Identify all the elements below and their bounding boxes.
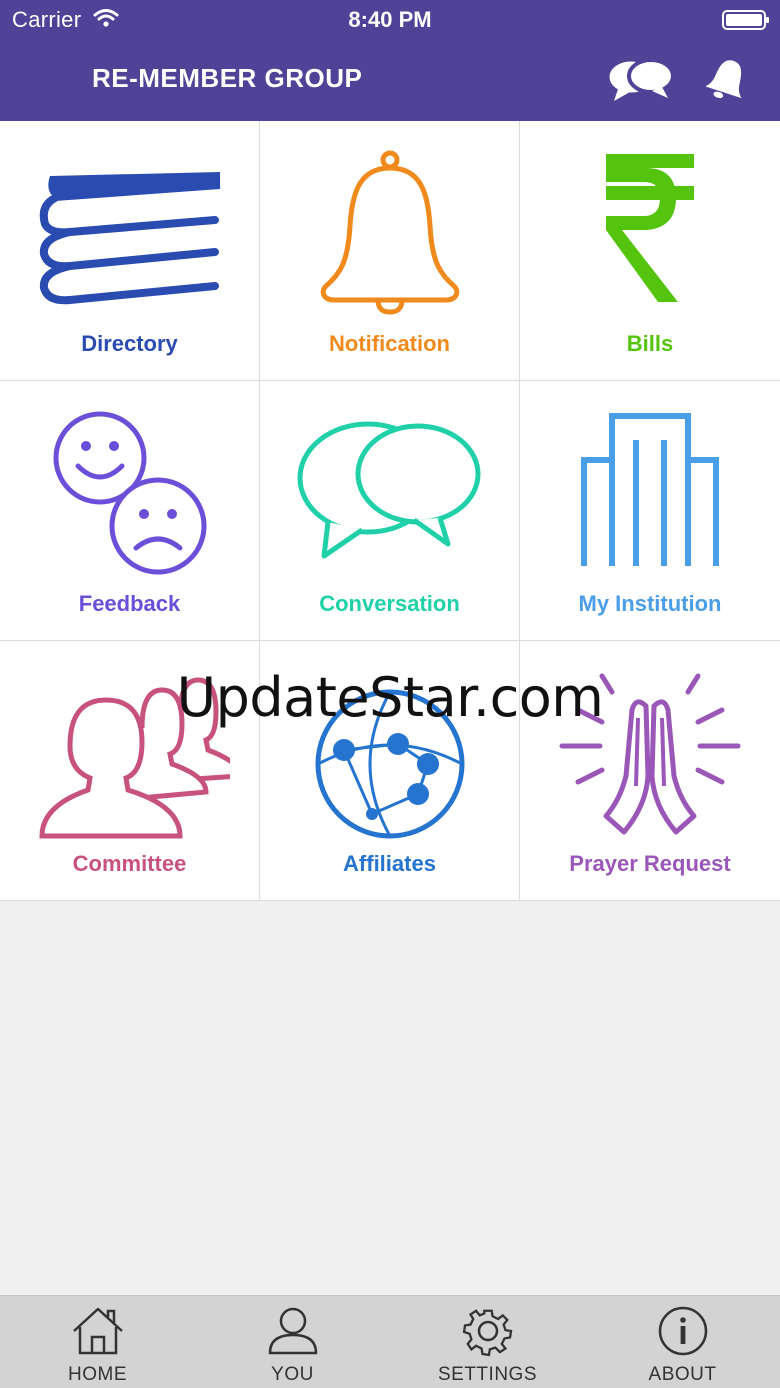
rupee-icon xyxy=(606,154,694,302)
tile-directory[interactable]: Directory xyxy=(0,121,260,381)
tab-bar: HOME YOU SETTINGS ABOUT xyxy=(0,1295,780,1388)
gear-icon xyxy=(462,1309,512,1357)
bell-icon xyxy=(705,60,742,99)
chat-bubbles-icon xyxy=(297,421,481,559)
chat-button[interactable] xyxy=(604,56,678,109)
app-header: Carrier 8:40 PM RE-MEMBER GROUP xyxy=(0,0,780,121)
chat-bubbles-icon xyxy=(606,58,675,101)
status-bar: Carrier 8:40 PM xyxy=(0,0,780,40)
tab-home[interactable]: HOME xyxy=(0,1296,195,1388)
battery-icon xyxy=(722,10,769,30)
notification-button[interactable] xyxy=(705,56,750,107)
tile-label: Feedback xyxy=(78,591,181,616)
tile-label: Conversation xyxy=(319,591,460,616)
user-icon xyxy=(268,1307,317,1355)
home-icon xyxy=(72,1307,123,1355)
bell-icon xyxy=(320,150,460,315)
tile-conversation[interactable]: Conversation xyxy=(260,381,520,641)
tab-label: HOME xyxy=(68,1364,127,1385)
info-icon xyxy=(658,1306,707,1356)
tile-label: Directory xyxy=(81,331,178,356)
tile-label: Bills xyxy=(626,331,674,356)
status-time: 8:40 PM xyxy=(348,7,432,32)
tile-feedback[interactable]: Feedback xyxy=(0,381,260,641)
tile-label: Affiliates xyxy=(343,851,436,876)
menu-grid: Directory Notification Bills Feedback Co… xyxy=(0,121,780,901)
page-title: RE-MEMBER GROUP xyxy=(92,63,363,93)
tab-settings[interactable]: SETTINGS xyxy=(390,1296,585,1388)
tile-bills[interactable]: Bills xyxy=(520,121,780,381)
tile-label: Notification xyxy=(329,331,450,356)
building-icon xyxy=(581,413,719,566)
tab-label: YOU xyxy=(271,1364,314,1385)
books-icon xyxy=(39,172,221,305)
tile-my-institution[interactable]: My Institution xyxy=(520,381,780,641)
tab-label: ABOUT xyxy=(648,1364,717,1385)
tab-about[interactable]: ABOUT xyxy=(585,1296,780,1388)
smiley-faces-icon xyxy=(53,411,207,575)
tile-label: Prayer Request xyxy=(569,851,731,876)
watermark: UpdateStar.com xyxy=(176,666,604,729)
tile-label: My Institution xyxy=(578,591,722,616)
tab-you[interactable]: YOU xyxy=(195,1296,390,1388)
tile-notification[interactable]: Notification xyxy=(260,121,520,381)
tab-label: SETTINGS xyxy=(437,1364,537,1385)
tile-label: Committee xyxy=(72,851,187,876)
